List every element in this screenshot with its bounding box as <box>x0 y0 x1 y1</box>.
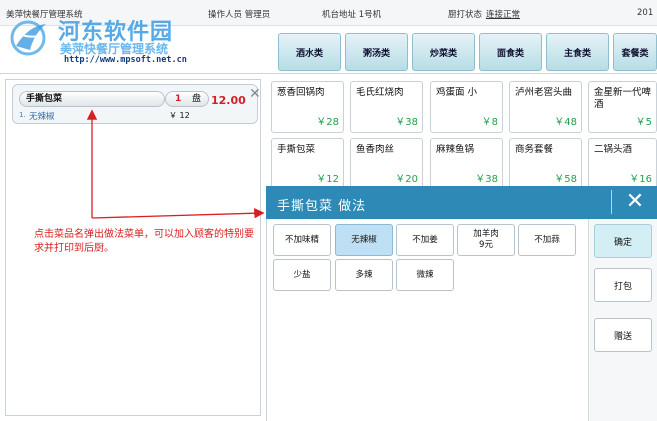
header-divider <box>0 73 657 74</box>
order-item-quantity[interactable]: 1 盘 <box>165 91 209 107</box>
option-button-selected[interactable]: 无辣椒 <box>335 224 393 256</box>
category-tab[interactable]: 面食类 <box>479 33 542 71</box>
watermark-logo-icon <box>10 20 46 56</box>
option-button[interactable]: 不加味精 <box>273 224 331 256</box>
close-icon[interactable]: ✕ <box>617 186 653 219</box>
dish-name: 手撕包菜 <box>277 144 316 155</box>
dish-name: 金星新一代啤酒 <box>594 87 652 110</box>
dish-name: 鸡蛋面 小 <box>436 87 478 98</box>
quantity-unit: 盘 <box>192 94 202 104</box>
dish-price: ￥58 <box>554 174 577 185</box>
clock-fragment: 201 <box>637 8 654 18</box>
option-label: 不加蒜 <box>534 234 560 245</box>
option-label: 少盐 <box>293 269 311 280</box>
confirm-button[interactable]: 确定 <box>594 224 652 258</box>
terminal-info: 机台地址 1号机 <box>322 10 382 20</box>
dish-price: ￥8 <box>481 117 498 128</box>
header-separator <box>611 190 612 214</box>
dish-price: ￥48 <box>554 117 577 128</box>
dish-price: ￥5 <box>635 117 652 128</box>
dish-card[interactable]: 二锅头酒 ￥16 <box>588 138 657 190</box>
dish-name: 葱香回锅肉 <box>277 87 325 98</box>
order-item-option-price: ￥ 12 <box>169 111 190 120</box>
watermark-url: http://www.mpsoft.net.cn <box>64 55 187 65</box>
category-tab[interactable]: 酒水类 <box>278 33 341 71</box>
dish-card[interactable]: 鸡蛋面 小 ￥8 <box>430 81 503 133</box>
option-index: 1. <box>19 111 26 119</box>
option-surcharge: 9元 <box>479 240 493 250</box>
printer-status-link[interactable]: 连接正常 <box>486 8 520 20</box>
order-item-option: 无辣椒 <box>29 112 55 122</box>
watermark-logo: 河东软件园 美萍快餐厅管理系统 http://www.mpsoft.net.cn <box>4 12 219 68</box>
dish-name: 商务套餐 <box>515 144 554 155</box>
dish-price: ￥38 <box>475 174 498 185</box>
option-button[interactable]: 微辣 <box>396 259 454 291</box>
option-label: 无辣椒 <box>351 234 377 245</box>
category-tab[interactable]: 主食类 <box>546 33 609 71</box>
printer-status-label: 厨打状态 <box>448 10 483 20</box>
dish-card[interactable]: 麻辣鱼锅 ￥38 <box>430 138 503 190</box>
dish-price: ￥28 <box>316 117 339 128</box>
dialog-actions: 确定 打包 赠送 <box>588 219 657 421</box>
option-label: 微辣 <box>416 269 434 280</box>
dish-name: 麻辣鱼锅 <box>436 144 475 155</box>
option-button[interactable]: 不加蒜 <box>518 224 576 256</box>
dish-price: ￥16 <box>629 174 652 185</box>
dish-price: ￥12 <box>316 174 339 185</box>
preparation-dialog: 手撕包菜 做法 ✕ 不加味精 无辣椒 不加姜 加羊肉 9元 不加蒜 少盐 多辣 <box>266 186 657 421</box>
option-label: 多辣 <box>355 269 373 280</box>
quantity-value: 1 <box>175 94 182 104</box>
option-button[interactable]: 不加姜 <box>396 224 454 256</box>
dish-card[interactable]: 毛氏红烧肉 ￥38 <box>350 81 423 133</box>
option-label: 不加味精 <box>284 234 319 245</box>
option-button[interactable]: 加羊肉 9元 <box>457 224 515 256</box>
dish-card[interactable]: 葱香回锅肉 ￥28 <box>271 81 344 133</box>
pack-button[interactable]: 打包 <box>594 268 652 302</box>
annotation-text: 点击菜品名弹出做法菜单，可以加入顾客的特别要求并打印到后厨。 <box>34 229 254 254</box>
option-label: 加羊肉 <box>473 229 499 239</box>
gift-button[interactable]: 赠送 <box>594 318 652 352</box>
dish-card[interactable]: 商务套餐 ￥58 <box>509 138 582 190</box>
order-item-name[interactable]: 手撕包菜 <box>19 91 165 107</box>
option-button[interactable]: 少盐 <box>273 259 331 291</box>
dish-card[interactable]: 泸州老窖头曲 ￥48 <box>509 81 582 133</box>
dialog-header: 手撕包菜 做法 ✕ <box>266 186 657 219</box>
dialog-title: 手撕包菜 做法 <box>277 199 367 214</box>
order-item-price: 12.00 <box>211 94 246 107</box>
dish-price: ￥38 <box>395 117 418 128</box>
dish-card[interactable]: 手撕包菜 ￥12 <box>271 138 344 190</box>
dish-card[interactable]: 金星新一代啤酒 ￥5 <box>588 81 657 133</box>
dish-card[interactable]: 鱼香肉丝 ￥20 <box>350 138 423 190</box>
dish-name: 鱼香肉丝 <box>356 144 395 155</box>
order-item[interactable]: 手撕包菜 1 盘 12.00 ✕ 1. 无辣椒 ￥ 12 <box>12 84 261 124</box>
option-grid: 不加味精 无辣椒 不加姜 加羊肉 9元 不加蒜 少盐 多辣 微辣 <box>266 219 588 421</box>
option-button[interactable]: 多辣 <box>335 259 393 291</box>
remove-item-icon[interactable]: ✕ <box>249 87 261 101</box>
dish-name: 泸州老窖头曲 <box>515 87 573 98</box>
dish-name: 毛氏红烧肉 <box>356 87 404 98</box>
category-tab[interactable]: 套餐类 <box>613 33 657 71</box>
option-label: 不加姜 <box>412 234 438 245</box>
dish-price: ￥20 <box>395 174 418 185</box>
category-tab[interactable]: 炒菜类 <box>412 33 475 71</box>
category-tab[interactable]: 粥汤类 <box>345 33 408 71</box>
dish-name: 二锅头酒 <box>594 144 633 155</box>
